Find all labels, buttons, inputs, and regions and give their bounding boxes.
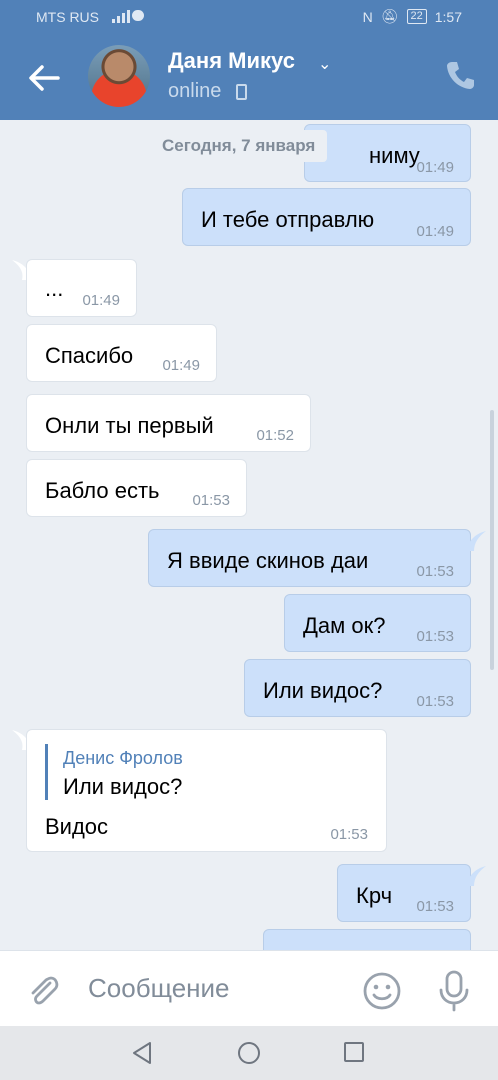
nav-back-icon[interactable]: [130, 1040, 154, 1066]
message-text: Или видос?: [263, 678, 383, 703]
message-time: 01:49: [162, 357, 200, 374]
message-text: Дам ок?: [303, 613, 386, 638]
message-text: Бабло есть: [45, 478, 160, 503]
nav-recents-icon[interactable]: [344, 1042, 364, 1062]
date-separator: Сегодня, 7 января: [150, 130, 328, 162]
message-time: 01:53: [416, 563, 454, 580]
message-input[interactable]: Сообщение: [88, 973, 230, 1004]
message-time: 01:53: [416, 628, 454, 645]
message-outgoing[interactable]: Или видос? 01:53: [244, 659, 471, 717]
message-incoming-reply[interactable]: Денис Фролов Или видос? Видос 01:53: [26, 729, 387, 852]
paperclip-icon[interactable]: [24, 971, 64, 1011]
message-outgoing[interactable]: ниму 01:49: [304, 124, 471, 182]
message-time: 01:52: [256, 427, 294, 444]
chevron-down-icon[interactable]: ⌄: [318, 54, 331, 74]
back-arrow-icon[interactable]: [24, 58, 64, 98]
status-bar: MTS RUS N 🔕︎ 22 1:57: [0, 0, 498, 34]
nfc-icon: N: [362, 8, 373, 25]
message-text: Крч: [356, 883, 393, 908]
message-time: 01:53: [416, 898, 454, 915]
message-text: Видос: [45, 814, 109, 839]
emoji-icon[interactable]: [362, 971, 402, 1011]
message-incoming[interactable]: Бабло есть 01:53: [26, 459, 247, 517]
message-text: ...: [45, 276, 64, 301]
reply-quote-bar: [45, 744, 48, 800]
message-text: ниму: [369, 143, 420, 168]
clock: 1:57: [434, 8, 462, 25]
message-time: 01:53: [416, 693, 454, 710]
message-composer: Сообщение: [0, 950, 498, 1026]
scrollbar[interactable]: [490, 410, 494, 670]
message-time: 01:49: [82, 292, 120, 309]
message-outgoing-partial[interactable]: [263, 929, 471, 950]
message-outgoing[interactable]: Дам ок? 01:53: [284, 594, 471, 652]
message-text: Спасибо: [45, 343, 134, 368]
message-outgoing[interactable]: Я ввиде скинов даи 01:53: [148, 529, 471, 587]
signal-icon: [112, 9, 130, 23]
message-text: Я ввиде скинов даи: [167, 548, 369, 573]
chat-header: Даня Микус ⌄ online: [0, 34, 498, 120]
message-outgoing[interactable]: И тебе отправлю 01:49: [182, 188, 471, 246]
contact-name[interactable]: Даня Микус: [168, 48, 295, 74]
mobile-icon: [236, 84, 247, 100]
reply-text: Или видос?: [63, 774, 183, 799]
microphone-icon[interactable]: [434, 969, 474, 1013]
phone-icon[interactable]: [444, 58, 478, 92]
message-outgoing[interactable]: Крч 01:53: [337, 864, 471, 922]
battery-icon: 22: [406, 9, 427, 24]
system-nav-bar: [0, 1026, 498, 1080]
message-time: 01:49: [416, 159, 454, 176]
message-time: 01:49: [416, 223, 454, 240]
carrier-label: MTS RUS: [36, 9, 99, 25]
avatar[interactable]: [88, 45, 150, 107]
message-notification-icon: [132, 10, 144, 21]
message-incoming[interactable]: Спасибо 01:49: [26, 324, 217, 382]
message-list[interactable]: ниму 01:49 Сегодня, 7 января И тебе отпр…: [0, 120, 498, 950]
message-incoming[interactable]: Онли ты первый 01:52: [26, 394, 311, 452]
bubble-tail: [466, 866, 486, 886]
message-text: Онли ты первый: [45, 413, 214, 438]
contact-status: online: [168, 80, 222, 102]
reply-author[interactable]: Денис Фролов: [63, 748, 183, 769]
message-incoming[interactable]: ... 01:49: [26, 259, 137, 317]
nav-home-icon[interactable]: [238, 1042, 260, 1064]
message-text: И тебе отправлю: [201, 207, 375, 232]
bubble-tail: [466, 531, 486, 551]
message-time: 01:53: [192, 492, 230, 509]
message-time: 01:53: [330, 826, 368, 843]
mute-icon: 🔕︎: [380, 8, 399, 24]
